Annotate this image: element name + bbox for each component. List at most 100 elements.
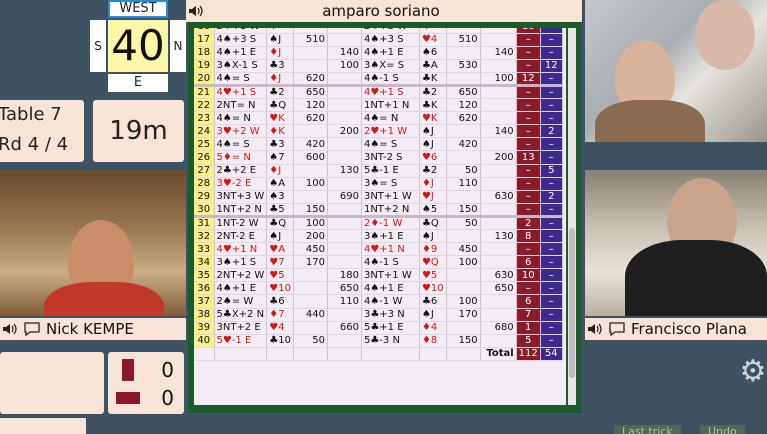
score-ew-other-cell — [480, 334, 517, 348]
score-row[interactable]: 37 2♠= W ♣6 110 4♠-1 W ♣6 100 6– — [194, 294, 563, 309]
board-number-cell: 37 — [194, 294, 215, 309]
score-ew-cell — [327, 177, 362, 191]
score-ew-other-cell: 200 — [480, 150, 517, 165]
left-player-bar: Nick KEMPE — [0, 318, 186, 340]
score-row[interactable]: 36 4♠+1 E ♥10 650 4♠+1 E ♥10 650– – — [194, 281, 563, 296]
board-number: 40 — [108, 20, 168, 72]
score-ns-other-cell — [446, 72, 481, 86]
imp-ew-cell: – — [540, 46, 563, 60]
score-ns-other-cell: 620 — [446, 111, 481, 126]
lead-other-cell: ♥4 — [419, 33, 447, 47]
chat-icon[interactable] — [609, 322, 625, 336]
lead-cell: ♠J — [266, 229, 294, 244]
score-ns-other-cell — [446, 268, 481, 283]
score-ns-cell — [293, 294, 328, 309]
tricks-ns-card-icon — [122, 359, 134, 381]
score-ew-cell: 130 — [327, 164, 362, 178]
contract-other-cell: 5♣-3 N — [361, 334, 420, 348]
score-row[interactable]: 26 5♦= N ♠7 600 3NT-2 S ♥6 200 13– — [194, 150, 563, 165]
score-row[interactable]: 25 4♠= S ♣3 420 4♠= S ♠J 420– – — [194, 137, 563, 152]
score-ns-cell: 170 — [293, 255, 328, 270]
score-row[interactable]: 21 4♥+1 S ♣2 650 4♥+1 S ♣2 650– – — [194, 83, 563, 100]
score-row[interactable]: 19 3♠X-1 S ♣3 100 3♠X= S ♣A 530 –12 — [194, 59, 563, 73]
score-ns-other-cell: 50 — [446, 214, 481, 231]
score-ew-other-cell — [480, 308, 517, 322]
score-row[interactable]: 22 2NT= N ♣Q 120 1NT+1 N ♣K 120– – — [194, 98, 563, 113]
contract-other-cell: 3♠+1 E — [361, 229, 420, 244]
score-ns-other-cell: 420 — [446, 137, 481, 152]
compass-south: S — [90, 20, 106, 72]
score-row[interactable]: 38 5♣X+2 N ♦7 440 3♣+3 N ♠J 170 7– — [194, 308, 563, 322]
score-row[interactable]: 28 3♥-2 E ♠A 100 3♠= S ♦J 110 – – — [194, 177, 563, 191]
gear-icon[interactable]: ⚙ — [737, 356, 767, 388]
chat-icon[interactable] — [24, 322, 40, 336]
lead-other-cell: ♣A — [419, 59, 447, 73]
speaker-icon[interactable] — [2, 323, 18, 335]
score-row[interactable]: 39 3NT+2 E ♥4 660 5♣+1 E ♦4 680 1– — [194, 321, 563, 335]
score-row[interactable]: 35 2NT+2 W ♥5 180 3NT+1 W ♥5 630 10– — [194, 268, 563, 283]
score-row[interactable]: 30 1NT+2 N ♣5 150 1NT+2 N ♠5 150– – — [194, 203, 563, 217]
score-row[interactable]: 31 1NT-2 W ♣Q 100 2♦-1 W ♣Q 50 2– — [194, 214, 563, 231]
contract-other-cell: 2♦-1 W — [361, 214, 420, 231]
score-row[interactable]: 33 4♥+1 N ♥A 450 4♥+1 N ♦9 450– – — [194, 242, 563, 257]
contract-cell: 4♠= N — [214, 111, 268, 126]
score-ew-cell — [327, 334, 362, 348]
lead-cell: ♦J — [266, 46, 294, 60]
score-ns-cell — [293, 124, 328, 139]
total-label: Total — [480, 347, 517, 361]
lead-other-cell: ♥Q — [419, 255, 447, 270]
score-ns-other-cell — [446, 46, 481, 60]
score-ns-other-cell: 530 — [446, 59, 481, 73]
lead-cell: ♠7 — [266, 150, 294, 165]
imp-ns-cell: – — [516, 59, 541, 73]
imp-ns-cell: 6 — [516, 255, 541, 270]
score-ns-other-cell: 150 — [446, 203, 481, 217]
board-number-cell: 36 — [194, 281, 215, 296]
speaker-icon[interactable] — [188, 5, 204, 17]
score-table: 162♣+3 W♠2♣+3 W♠10174♠+3 S♠J5104♠+3 S♥45… — [194, 28, 563, 361]
contract-cell: 2NT-2 E — [214, 229, 268, 244]
score-ns-other-cell — [446, 150, 481, 165]
contract-cell: 4♥+1 S — [214, 83, 268, 100]
imp-ew-cell: 5 — [540, 164, 563, 178]
imp-ew-cell: – — [540, 98, 563, 113]
score-row[interactable]: 29 3NT+3 W ♠3 690 3NT+1 W ♥J 630–2 — [194, 190, 563, 204]
imp-ns-cell: 5 — [516, 334, 541, 348]
score-ns-cell: 620 — [293, 72, 328, 86]
score-ns-cell: 100 — [293, 177, 328, 191]
contract-other-cell: 1NT+2 N — [361, 203, 420, 217]
score-row[interactable]: 18 4♠+1 E ♦J 140 4♠+1 E ♠6 140– – — [194, 46, 563, 60]
contract-other-cell: 2♥+1 W — [361, 124, 420, 139]
score-row[interactable]: 32 2NT-2 E ♠J 200 3♠+1 E ♠J 130 8– — [194, 229, 563, 244]
lead-other-cell: ♠5 — [419, 203, 447, 217]
score-ew-cell — [327, 229, 362, 244]
score-row[interactable]: 24 3♥+2 W ♦K 200 2♥+1 W ♠J 140–2 — [194, 124, 563, 139]
scrollbar-thumb[interactable] — [569, 228, 575, 378]
undo-button[interactable]: Undo — [700, 425, 745, 434]
score-ew-other-cell: 140 — [480, 124, 517, 139]
tricks-panel: 0 0 — [108, 352, 184, 414]
board-number-cell: 34 — [194, 255, 215, 270]
lead-cell: ♥5 — [266, 268, 294, 283]
speaker-icon[interactable] — [587, 323, 603, 335]
last-trick-button[interactable]: Last trick — [614, 425, 681, 434]
score-row[interactable]: 34 3♠+1 S ♥7 170 4♠-1 S ♥Q 100 6– — [194, 255, 563, 270]
scoreboard-sheet: 162♣+3 W♠2♣+3 W♠10174♠+3 S♠J5104♠+3 S♥45… — [194, 28, 566, 405]
imp-ns-cell: – — [516, 190, 541, 204]
score-ew-other-cell — [480, 203, 517, 217]
lead-other-cell: ♣2 — [419, 83, 447, 100]
right-player-bar: Francisco Plana — [585, 318, 767, 340]
score-row[interactable]: 23 4♠= N ♥K 620 4♠= N ♥K 620– – — [194, 111, 563, 126]
score-row[interactable]: 40 5♥-1 E ♣10 50 5♣-3 N ♦8 150 5– — [194, 334, 563, 348]
lead-cell: ♥A — [266, 242, 294, 257]
score-row[interactable]: 27 2♣+2 E ♦J 130 5♣-1 E ♣2 50 –5 — [194, 164, 563, 178]
contract-other-cell: 5♣-1 E — [361, 164, 420, 178]
score-ew-cell — [327, 137, 362, 152]
lead-other-cell: ♥6 — [419, 150, 447, 165]
score-row[interactable]: 17 4♠+3 S ♠J 510 4♠+3 S ♥4 510– – — [194, 33, 563, 47]
imp-ns-cell: – — [516, 83, 541, 100]
scrollbar[interactable] — [568, 28, 576, 405]
lead-other-cell: ♦9 — [419, 242, 447, 257]
score-row[interactable]: 20 4♠= S ♦J 620 4♠-1 S ♣K 100 12– — [194, 72, 563, 86]
imp-ns-cell: – — [516, 203, 541, 217]
